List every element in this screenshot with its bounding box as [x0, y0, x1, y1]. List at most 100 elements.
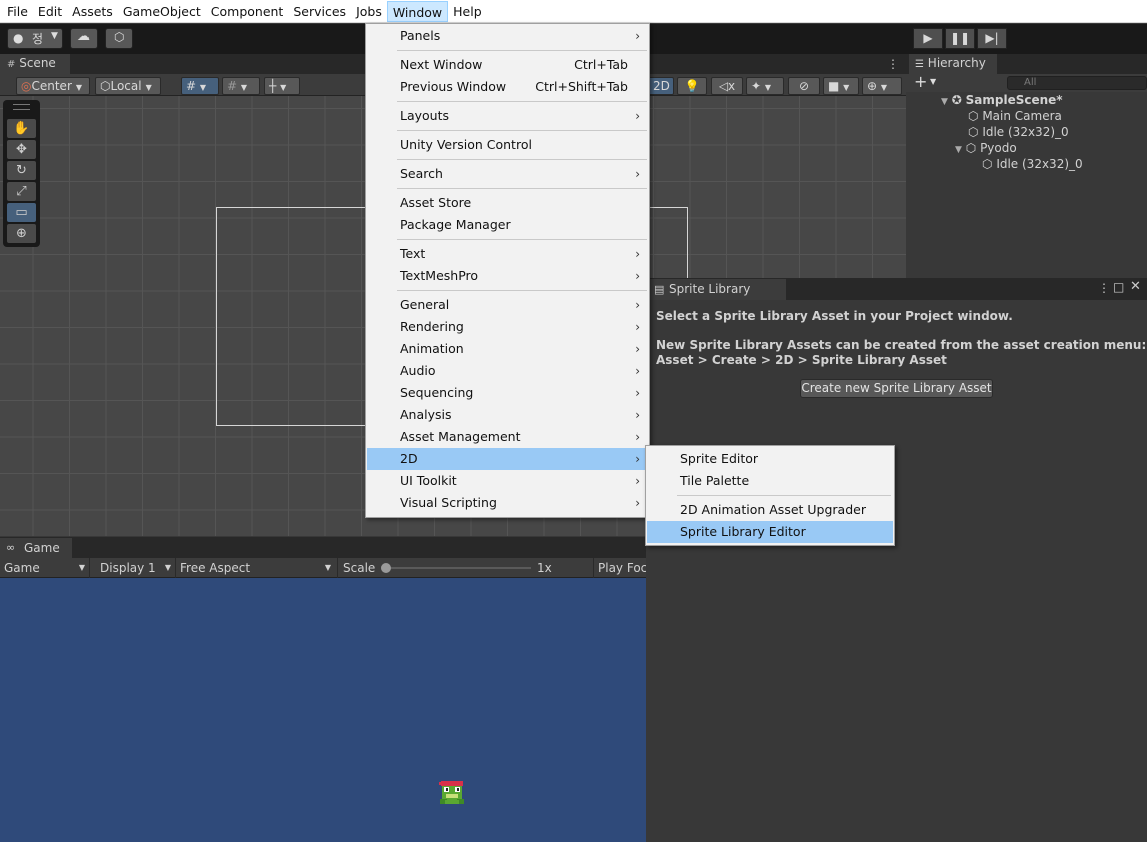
menu-item-2d[interactable]: 2D ›: [367, 448, 648, 470]
menu-item-2d-animation-asset-upgrader[interactable]: 2D Animation Asset Upgrader: [647, 499, 893, 521]
tab-hierarchy[interactable]: ☰ Hierarchy: [909, 54, 997, 74]
scale-tool-icon[interactable]: ⤢: [7, 182, 36, 201]
aspect-label: Free Aspect: [180, 561, 251, 575]
menu-item-textmeshpro[interactable]: TextMeshPro ›: [367, 265, 648, 287]
play-button[interactable]: ▶: [913, 28, 943, 49]
menu-item-label: Rendering: [400, 319, 464, 334]
ruler-toggle[interactable]: ┼ ▼: [264, 77, 300, 95]
menu-item-sequencing[interactable]: Sequencing ›: [367, 382, 648, 404]
menu-item-visual-scripting[interactable]: Visual Scripting ›: [367, 492, 648, 514]
menu-file[interactable]: File: [2, 1, 33, 22]
menu-item-previous-window[interactable]: Previous Window Ctrl+Shift+Tab: [367, 76, 648, 98]
effects-toggle[interactable]: ✦ ▼: [746, 77, 784, 95]
camera-dropdown[interactable]: ■ ▼: [823, 77, 859, 95]
menu-item-general[interactable]: General ›: [367, 294, 648, 316]
menu-item-rendering[interactable]: Rendering ›: [367, 316, 648, 338]
chevron-right-icon: ›: [635, 430, 640, 444]
ruler-icon: ┼: [269, 79, 277, 93]
menu-item-text[interactable]: Text ›: [367, 243, 648, 265]
gameobject-icon: ⬡: [968, 125, 979, 139]
panel-more-icon[interactable]: ⋮: [1098, 281, 1110, 295]
menu-item-label: Asset Management: [400, 429, 521, 444]
hierarchy-row-main-camera[interactable]: ⬡ Main Camera: [968, 109, 1062, 124]
menu-item-tile-palette[interactable]: Tile Palette: [647, 470, 893, 492]
chevron-down-icon: ▼: [51, 31, 58, 41]
menu-help[interactable]: Help: [448, 1, 487, 22]
grid-snap-toggle[interactable]: # ▼: [181, 77, 219, 95]
hierarchy-search-input[interactable]: All: [1007, 76, 1147, 90]
menu-separator: [397, 290, 647, 291]
menu-window[interactable]: Window: [386, 0, 449, 22]
collab-button[interactable]: ⬡: [105, 28, 133, 49]
scale-slider-track[interactable]: [383, 567, 531, 569]
menu-item-label: Text: [400, 246, 426, 261]
account-button[interactable]: ● 정 ▼: [7, 28, 63, 49]
pivot-mode-dropdown[interactable]: ◎Center ▼: [16, 77, 90, 95]
add-icon[interactable]: +: [914, 72, 927, 91]
chevron-down-icon[interactable]: ▼: [930, 77, 936, 86]
menu-item-label: Audio: [400, 363, 436, 378]
close-icon[interactable]: ✕: [1130, 279, 1141, 294]
game-view[interactable]: [0, 578, 646, 842]
menu-component[interactable]: Component: [206, 1, 289, 22]
game-mode-dropdown[interactable]: Game ▼: [0, 558, 90, 578]
menu-item-analysis[interactable]: Analysis ›: [367, 404, 648, 426]
menu-jobs[interactable]: Jobs: [351, 1, 387, 22]
audio-toggle[interactable]: ◁x: [711, 77, 743, 95]
play-focus-dropdown[interactable]: Play Focu: [594, 558, 646, 578]
drag-handle-icon[interactable]: [13, 104, 30, 110]
menu-item-search[interactable]: Search ›: [367, 163, 648, 185]
menu-item-unity-version-control[interactable]: Unity Version Control: [367, 134, 648, 156]
menu-item-next-window[interactable]: Next Window Ctrl+Tab: [367, 54, 648, 76]
menu-item-sprite-editor[interactable]: Sprite Editor: [647, 448, 893, 470]
menu-item-asset-store[interactable]: Asset Store: [367, 192, 648, 214]
move-tool-icon[interactable]: ✥: [7, 140, 36, 159]
light-bulb-icon: 💡: [684, 79, 700, 93]
maximize-icon[interactable]: □: [1113, 280, 1124, 294]
sprite-library-instruction: Select a Sprite Library Asset in your Pr…: [656, 309, 1013, 323]
tab-game[interactable]: ∞ Game: [0, 538, 72, 558]
step-button[interactable]: ▶|: [977, 28, 1007, 49]
chevron-down-icon: ▼: [941, 97, 948, 107]
tab-scene[interactable]: # Scene: [0, 54, 70, 74]
menu-gameobject[interactable]: GameObject: [118, 1, 206, 22]
scale-slider-handle[interactable]: [381, 563, 391, 573]
display-dropdown[interactable]: Display 1 ▼: [96, 558, 176, 578]
hierarchy-row-pyodo-idle[interactable]: ⬡ Idle (32x32)_0: [982, 157, 1083, 172]
menu-item-label: Sequencing: [400, 385, 474, 400]
chevron-right-icon: ›: [635, 298, 640, 312]
menu-item-package-manager[interactable]: Package Manager: [367, 214, 648, 236]
visibility-toggle[interactable]: ⊘: [788, 77, 820, 95]
transform-tool-icon[interactable]: ⊕: [7, 224, 36, 243]
hand-tool-icon[interactable]: ✋: [7, 119, 36, 138]
aspect-dropdown[interactable]: Free Aspect ▼: [176, 558, 338, 578]
rect-tool-icon[interactable]: ▭: [7, 203, 36, 222]
menu-item-audio[interactable]: Audio ›: [367, 360, 648, 382]
gizmos-dropdown[interactable]: ⊕ ▼: [862, 77, 902, 95]
create-sprite-library-button[interactable]: Create new Sprite Library Asset: [800, 379, 993, 398]
menu-item-label: UI Toolkit: [400, 473, 457, 488]
menu-edit[interactable]: Edit: [33, 1, 67, 22]
menu-item-ui-toolkit[interactable]: UI Toolkit ›: [367, 470, 648, 492]
gamepad-icon: ∞: [6, 541, 16, 554]
menu-item-asset-management[interactable]: Asset Management ›: [367, 426, 648, 448]
hierarchy-row-idle[interactable]: ⬡ Idle (32x32)_0: [968, 125, 1069, 140]
increment-snap-toggle[interactable]: # ▼: [222, 77, 260, 95]
scene-more-icon[interactable]: ⋮: [887, 57, 899, 71]
toggle-2d[interactable]: 2D: [648, 77, 674, 95]
menu-item-sprite-library-editor[interactable]: Sprite Library Editor: [647, 521, 893, 543]
rotate-tool-icon[interactable]: ↻: [7, 161, 36, 180]
menu-services[interactable]: Services: [288, 1, 351, 22]
lighting-toggle[interactable]: 💡: [677, 77, 707, 95]
menu-item-label: Search: [400, 166, 443, 181]
menu-item-animation[interactable]: Animation ›: [367, 338, 648, 360]
menu-assets[interactable]: Assets: [67, 1, 118, 22]
tab-sprite-library-editor[interactable]: Sprite Library Editor: [650, 279, 786, 317]
cloud-button[interactable]: ☁: [70, 28, 98, 49]
pause-button[interactable]: ❚❚: [945, 28, 975, 49]
menu-item-panels[interactable]: Panels ›: [367, 25, 648, 47]
hierarchy-row-pyodo[interactable]: ▼ ⬡ Pyodo: [955, 141, 1017, 158]
pivot-rotation-dropdown[interactable]: ⬡Local ▼: [95, 77, 161, 95]
menu-item-layouts[interactable]: Layouts ›: [367, 105, 648, 127]
hierarchy-row-scene[interactable]: ▼ ✪ SampleScene*: [941, 93, 1063, 110]
